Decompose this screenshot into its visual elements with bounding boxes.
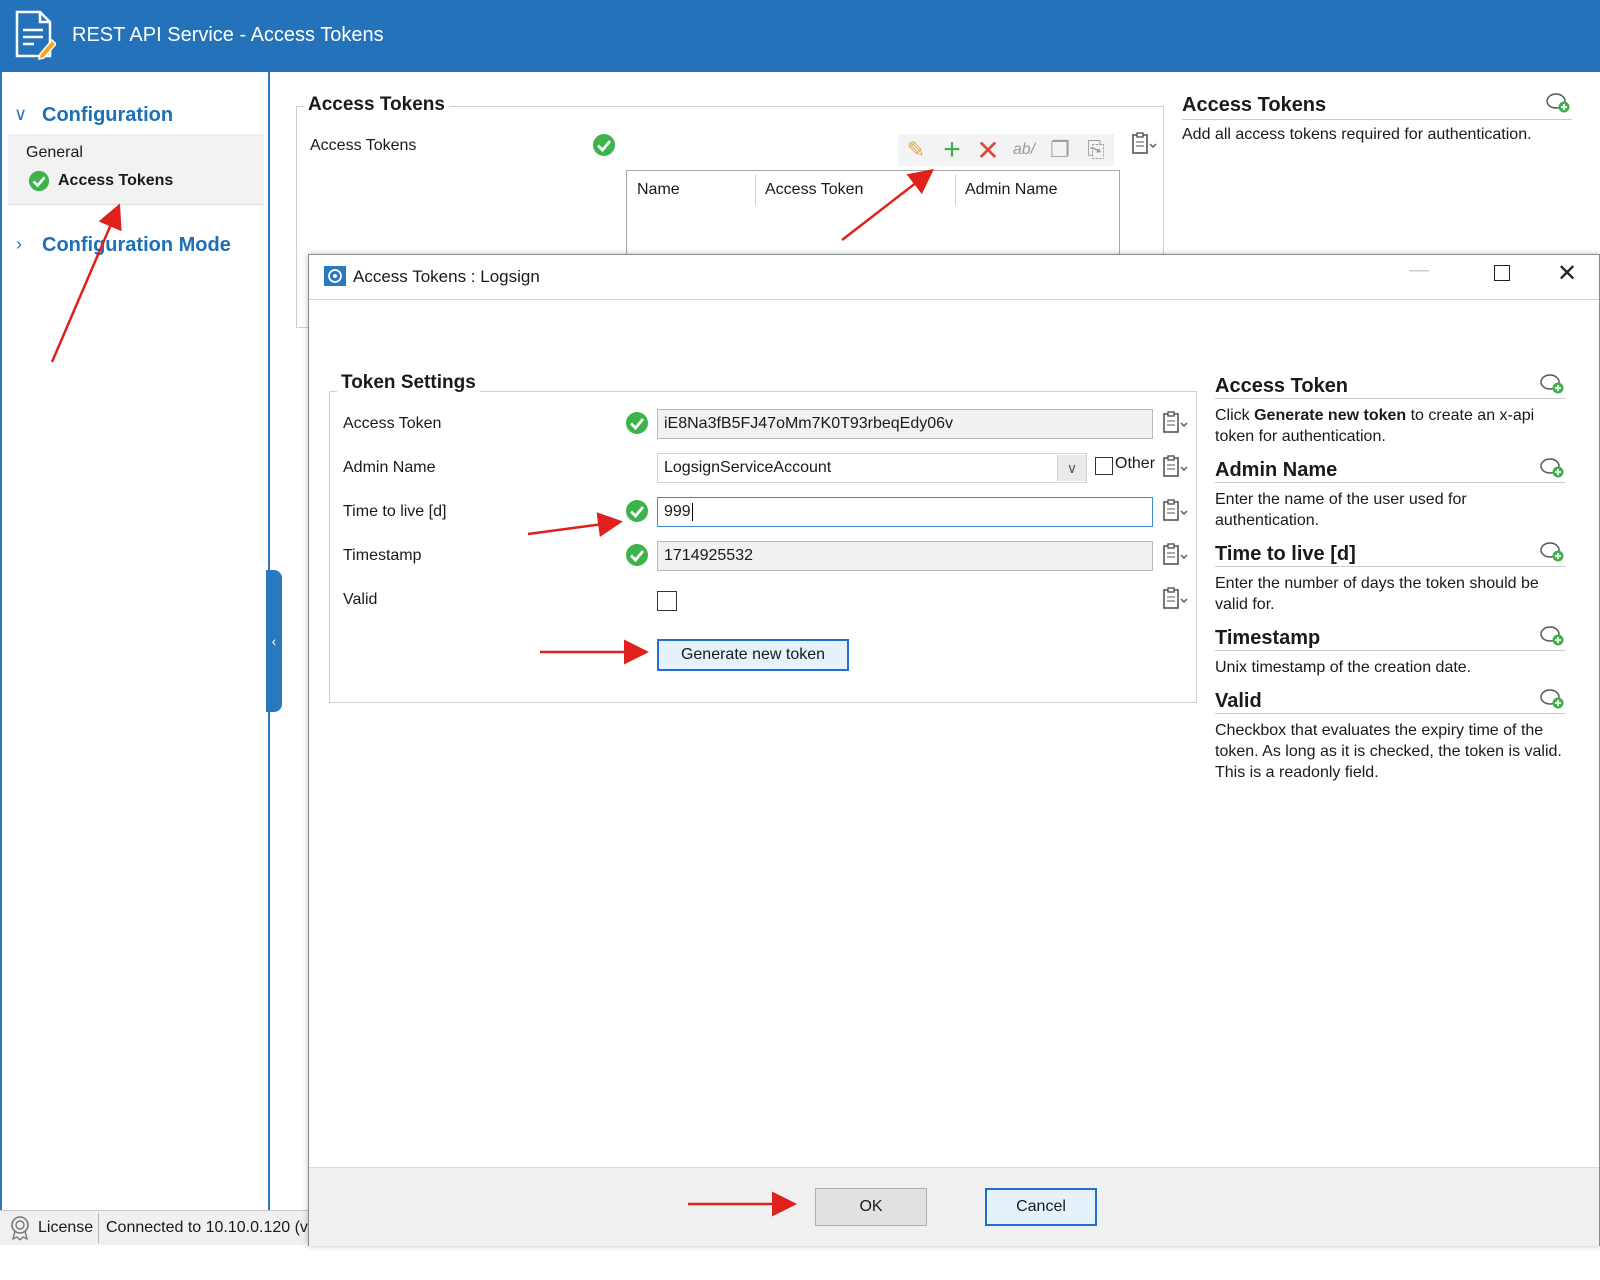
help-title-admin-name: Admin Name <box>1215 457 1565 483</box>
dialog-title-bar: Access Tokens : Logsign — ✕ <box>309 255 1599 300</box>
dialog-help-panel: Access Token Click Generate new token to… <box>1215 373 1565 783</box>
help-title-text: Timestamp <box>1215 627 1321 649</box>
app-window-icon <box>324 266 346 286</box>
add-plus-icon[interactable]: + <box>938 133 966 166</box>
help-title-timestamp: Timestamp <box>1215 625 1565 651</box>
status-license[interactable]: License <box>38 1219 93 1237</box>
access-token-input[interactable]: iE8Na3fB5FJ47oMm7K0T93rbeqEdy06v <box>657 409 1153 439</box>
grid-header-admin-name[interactable]: Admin Name <box>965 181 1057 199</box>
chevron-left-icon: ‹ <box>271 633 277 649</box>
admin-name-select[interactable]: LogsignServiceAccount <box>657 453 1087 483</box>
access-tokens-group-title: Access Tokens <box>304 94 449 116</box>
window-title: REST API Service - Access Tokens <box>72 24 384 46</box>
help-title-text: Valid <box>1215 690 1262 712</box>
delete-x-icon[interactable]: ✕ <box>974 135 1002 166</box>
admin-name-label: Admin Name <box>343 459 436 476</box>
status-connection: Connected to 10.10.0.120 (v <box>106 1219 308 1236</box>
status-divider <box>98 1213 99 1243</box>
other-checkbox[interactable] <box>1095 457 1113 475</box>
check-circle-icon <box>28 170 50 192</box>
help-text-access-token: Click Generate new token to create an x-… <box>1215 405 1565 447</box>
document-edit-icon <box>15 10 56 60</box>
grid-divider <box>755 175 756 205</box>
clipboard-menu-icon[interactable] <box>1161 411 1189 435</box>
access-tokens-grid[interactable]: Name Access Token Admin Name <box>626 170 1120 261</box>
copy-icon[interactable]: ❐ <box>1046 136 1074 164</box>
minimize-icon[interactable]: — <box>1409 259 1429 282</box>
help-title-valid: Valid <box>1215 688 1565 714</box>
help-text-timestamp: Unix timestamp of the creation date. <box>1215 659 1472 676</box>
other-label: Other <box>1115 455 1156 472</box>
title-bar: REST API Service - Access Tokens <box>0 0 1600 72</box>
nav-configuration-mode[interactable]: Configuration Mode <box>42 234 231 257</box>
edit-pencil-icon[interactable]: ✎ <box>902 136 930 164</box>
nav-configuration[interactable]: Configuration <box>42 104 173 127</box>
grid-header-access-token[interactable]: Access Token <box>765 181 863 199</box>
add-comment-icon[interactable] <box>1539 625 1565 647</box>
clipboard-menu-icon[interactable] <box>1161 543 1189 567</box>
timestamp-input[interactable]: 1714925532 <box>657 541 1153 571</box>
grid-divider <box>955 175 956 205</box>
help-text-valid: Checkbox that evaluates the expiry time … <box>1215 722 1562 781</box>
check-circle-icon <box>626 412 648 434</box>
status-bar: License Connected to 10.10.0.120 (v <box>0 1210 310 1245</box>
nav-configuration-group: General Access Tokens <box>8 134 264 205</box>
ttl-label: Time to live [d] <box>343 503 447 520</box>
valid-checkbox[interactable] <box>657 591 677 611</box>
add-comment-icon[interactable] <box>1539 541 1565 563</box>
collapse-panel-tab[interactable]: ‹ <box>266 570 282 712</box>
check-circle-icon <box>593 134 615 156</box>
help-text-part: Click <box>1215 407 1255 424</box>
grid-header-name[interactable]: Name <box>637 181 680 199</box>
ok-button[interactable]: OK <box>815 1188 927 1226</box>
clipboard-menu-icon[interactable] <box>1130 132 1158 156</box>
help-title-text: Admin Name <box>1215 459 1338 481</box>
help-text-ttl: Enter the number of days the token shoul… <box>1215 575 1539 613</box>
chevron-right-icon[interactable]: › <box>16 234 22 255</box>
token-settings-title: Token Settings <box>337 372 480 394</box>
add-comment-icon[interactable] <box>1539 688 1565 710</box>
license-certificate-icon <box>11 1216 29 1241</box>
grid-toolbar: ✎ + ✕ ab/ ❐ ⎘ <box>898 133 1114 166</box>
help-text-admin-name: Enter the name of the user used for auth… <box>1215 491 1467 529</box>
rename-icon[interactable]: ab/ <box>1010 136 1038 164</box>
clipboard-menu-icon[interactable] <box>1161 587 1189 611</box>
check-circle-icon <box>626 500 648 522</box>
valid-label: Valid <box>343 591 378 608</box>
help-title-access-token: Access Token <box>1215 373 1565 399</box>
access-token-label: Access Token <box>343 415 442 432</box>
ttl-input[interactable]: 999 <box>657 497 1153 527</box>
help-title-text: Time to live [d] <box>1215 543 1356 565</box>
timestamp-label: Timestamp <box>343 547 422 564</box>
cancel-button[interactable]: Cancel <box>985 1188 1097 1226</box>
help-text-access-tokens: Add all access tokens required for authe… <box>1182 126 1532 143</box>
chevron-down-icon[interactable]: ∨ <box>1057 455 1086 481</box>
access-tokens-label: Access Tokens <box>310 137 417 154</box>
help-text-bold: Generate new token <box>1254 407 1407 424</box>
add-comment-icon[interactable] <box>1539 457 1565 479</box>
help-title-ttl: Time to live [d] <box>1215 541 1565 567</box>
clipboard-menu-icon[interactable] <box>1161 455 1189 479</box>
access-token-dialog: Access Tokens : Logsign — ✕ Token Settin… <box>308 254 1600 1246</box>
ttl-value: 999 <box>664 503 691 520</box>
admin-name-value: LogsignServiceAccount <box>664 459 832 476</box>
add-comment-icon[interactable] <box>1539 373 1565 395</box>
add-comment-icon[interactable] <box>1545 92 1571 114</box>
chevron-down-icon[interactable]: ∨ <box>14 104 27 125</box>
clipboard-menu-icon[interactable] <box>1161 499 1189 523</box>
dialog-footer: OK Cancel <box>309 1167 1599 1246</box>
left-navigation: ∨ Configuration › Configuration Mode <box>0 72 270 1212</box>
paste-icon[interactable]: ⎘ <box>1082 136 1110 164</box>
help-title-text: Access Token <box>1215 375 1349 397</box>
maximize-icon[interactable] <box>1494 265 1510 281</box>
nav-access-tokens[interactable]: Access Tokens <box>58 172 173 190</box>
text-caret <box>691 503 693 521</box>
close-icon[interactable]: ✕ <box>1557 259 1577 288</box>
check-circle-icon <box>626 544 648 566</box>
help-title-access-tokens: Access Tokens <box>1182 94 1572 120</box>
dialog-title: Access Tokens : Logsign <box>353 267 540 286</box>
nav-general[interactable]: General <box>26 144 83 162</box>
generate-new-token-button[interactable]: Generate new token <box>657 639 849 671</box>
